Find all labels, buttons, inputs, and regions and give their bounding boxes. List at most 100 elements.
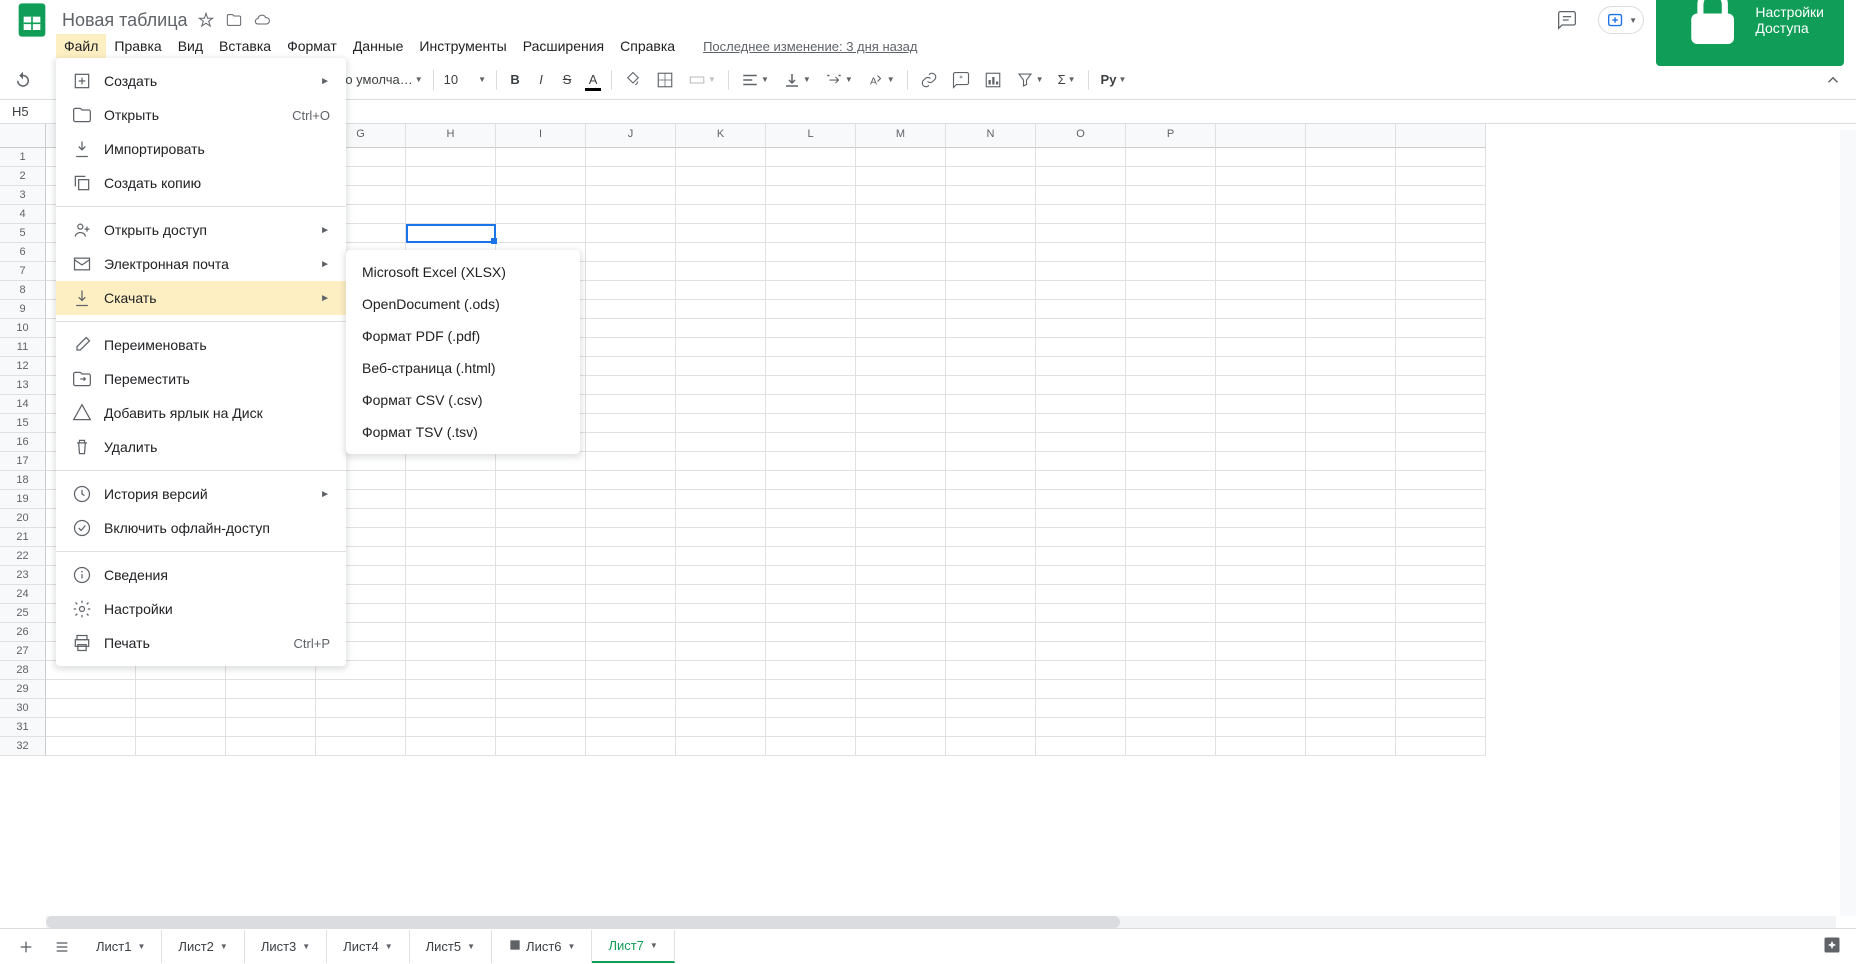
cell[interactable] bbox=[946, 490, 1036, 509]
cell[interactable] bbox=[1306, 452, 1396, 471]
cell[interactable] bbox=[586, 205, 676, 224]
cell[interactable] bbox=[676, 661, 766, 680]
cell[interactable] bbox=[766, 661, 856, 680]
cell[interactable] bbox=[946, 699, 1036, 718]
cell[interactable] bbox=[946, 528, 1036, 547]
row-header[interactable]: 12 bbox=[0, 357, 46, 376]
row-header[interactable]: 22 bbox=[0, 547, 46, 566]
col-header[interactable]: L bbox=[766, 124, 856, 148]
comments-button[interactable] bbox=[1548, 3, 1586, 37]
cell[interactable] bbox=[1306, 680, 1396, 699]
cell[interactable] bbox=[766, 300, 856, 319]
cell[interactable] bbox=[946, 452, 1036, 471]
download-option[interactable]: Формат PDF (.pdf) bbox=[346, 320, 580, 352]
cell[interactable] bbox=[586, 186, 676, 205]
menu-item-trash[interactable]: Удалить bbox=[56, 430, 346, 464]
cell[interactable] bbox=[1216, 414, 1306, 433]
cell[interactable] bbox=[766, 281, 856, 300]
cell[interactable] bbox=[1126, 490, 1216, 509]
add-sheet-button[interactable] bbox=[8, 933, 44, 961]
cell[interactable] bbox=[1036, 737, 1126, 756]
cell[interactable] bbox=[406, 186, 496, 205]
cell[interactable] bbox=[226, 718, 316, 737]
cell[interactable] bbox=[1396, 718, 1486, 737]
cell[interactable] bbox=[1036, 452, 1126, 471]
cell[interactable] bbox=[406, 224, 496, 243]
cell[interactable] bbox=[1306, 319, 1396, 338]
cell[interactable] bbox=[1216, 471, 1306, 490]
cell[interactable] bbox=[946, 262, 1036, 281]
cell[interactable] bbox=[406, 680, 496, 699]
cell[interactable] bbox=[586, 718, 676, 737]
cell[interactable] bbox=[1126, 224, 1216, 243]
cell[interactable] bbox=[1396, 414, 1486, 433]
chevron-down-icon[interactable]: ▼ bbox=[137, 942, 145, 951]
row-header[interactable]: 30 bbox=[0, 699, 46, 718]
col-header[interactable]: I bbox=[496, 124, 586, 148]
cell[interactable] bbox=[1126, 243, 1216, 262]
cell[interactable] bbox=[1036, 319, 1126, 338]
cell[interactable] bbox=[676, 737, 766, 756]
menu-вставка[interactable]: Вставка bbox=[211, 34, 279, 58]
cell[interactable] bbox=[1126, 319, 1216, 338]
cell[interactable] bbox=[1396, 262, 1486, 281]
cell[interactable] bbox=[1396, 490, 1486, 509]
cell[interactable] bbox=[676, 224, 766, 243]
cell[interactable] bbox=[1036, 718, 1126, 737]
cell[interactable] bbox=[946, 433, 1036, 452]
cell[interactable] bbox=[856, 566, 946, 585]
cell[interactable] bbox=[586, 167, 676, 186]
cell[interactable] bbox=[676, 528, 766, 547]
cell[interactable] bbox=[766, 186, 856, 205]
cell[interactable] bbox=[676, 319, 766, 338]
cell[interactable] bbox=[1396, 661, 1486, 680]
row-header[interactable]: 19 bbox=[0, 490, 46, 509]
row-header[interactable]: 28 bbox=[0, 661, 46, 680]
cell[interactable] bbox=[586, 509, 676, 528]
cell[interactable] bbox=[1396, 452, 1486, 471]
cell[interactable] bbox=[1036, 148, 1126, 167]
download-option[interactable]: Формат CSV (.csv) bbox=[346, 384, 580, 416]
sheets-logo[interactable] bbox=[12, 0, 52, 40]
cell[interactable] bbox=[1306, 699, 1396, 718]
col-header[interactable]: M bbox=[856, 124, 946, 148]
cell[interactable] bbox=[586, 623, 676, 642]
cell[interactable] bbox=[586, 376, 676, 395]
cell[interactable] bbox=[1216, 243, 1306, 262]
filter-button[interactable]: ▼ bbox=[1010, 67, 1050, 93]
cell[interactable] bbox=[1396, 547, 1486, 566]
cell[interactable] bbox=[496, 661, 586, 680]
cell[interactable] bbox=[1216, 224, 1306, 243]
cell[interactable] bbox=[766, 414, 856, 433]
cell[interactable] bbox=[766, 224, 856, 243]
cell[interactable] bbox=[856, 357, 946, 376]
cell[interactable] bbox=[766, 566, 856, 585]
cell[interactable] bbox=[586, 262, 676, 281]
row-header[interactable]: 14 bbox=[0, 395, 46, 414]
cell[interactable] bbox=[766, 547, 856, 566]
cell[interactable] bbox=[1216, 376, 1306, 395]
cell[interactable] bbox=[1396, 300, 1486, 319]
row-header[interactable]: 17 bbox=[0, 452, 46, 471]
fill-color-button[interactable] bbox=[618, 67, 648, 93]
row-header[interactable]: 7 bbox=[0, 262, 46, 281]
cell[interactable] bbox=[676, 300, 766, 319]
cell[interactable] bbox=[586, 471, 676, 490]
cell[interactable] bbox=[1216, 509, 1306, 528]
cell[interactable] bbox=[1396, 566, 1486, 585]
cell[interactable] bbox=[1036, 376, 1126, 395]
cell[interactable] bbox=[1306, 604, 1396, 623]
cell[interactable] bbox=[1396, 243, 1486, 262]
cell[interactable] bbox=[766, 205, 856, 224]
sheet-tab[interactable]: Лист1▼ bbox=[80, 930, 162, 963]
cell[interactable] bbox=[1306, 490, 1396, 509]
cell[interactable] bbox=[676, 490, 766, 509]
row-header[interactable]: 27 bbox=[0, 642, 46, 661]
cell[interactable] bbox=[496, 642, 586, 661]
cell[interactable] bbox=[586, 319, 676, 338]
cell[interactable] bbox=[946, 281, 1036, 300]
cell[interactable] bbox=[856, 205, 946, 224]
cell[interactable] bbox=[1036, 623, 1126, 642]
cell[interactable] bbox=[856, 623, 946, 642]
cell[interactable] bbox=[766, 148, 856, 167]
